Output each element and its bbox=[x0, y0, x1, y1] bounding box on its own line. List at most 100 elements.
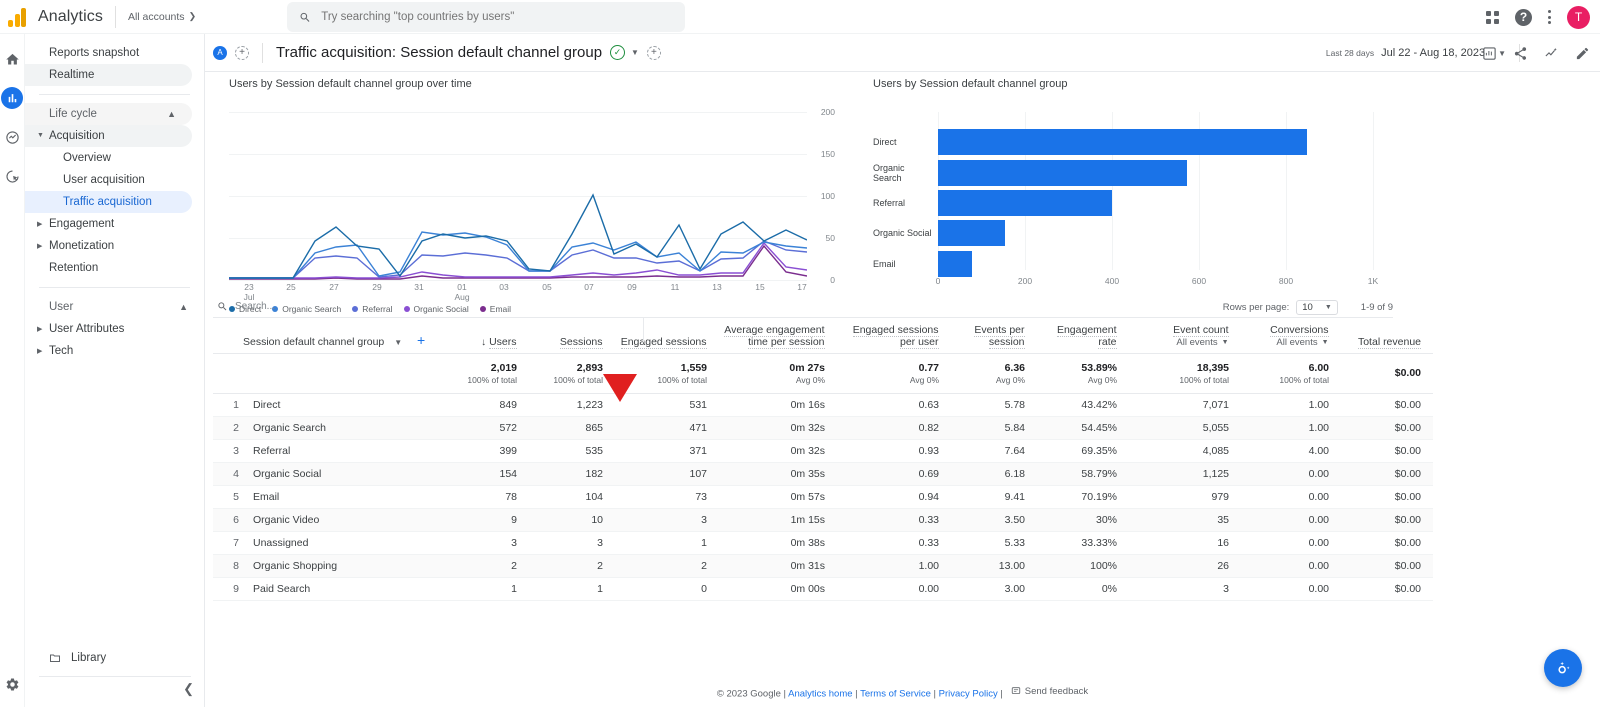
sidebar-group-life-cycle[interactable]: Life cycle ▲ bbox=[25, 103, 192, 125]
table-row[interactable]: 6 Organic Video 9 10 3 1m 15s 0.33 3.50 30% 35 0.0… bbox=[213, 508, 1434, 532]
more-options-icon[interactable] bbox=[1548, 10, 1551, 24]
chevron-right-icon: ❯ bbox=[188, 11, 197, 21]
column-header-conversions[interactable]: Conversions All events ▼ bbox=[1241, 318, 1342, 354]
link-privacy-policy[interactable]: Privacy Policy bbox=[939, 688, 998, 699]
row-dimension[interactable]: Organic Video bbox=[247, 508, 444, 532]
table-row[interactable]: 2 Organic Search 572 865 471 0m 32s 0.82 5.84 54… bbox=[213, 416, 1434, 440]
sidebar-item-user-attributes[interactable]: User Attributes bbox=[25, 318, 192, 340]
chevron-down-icon[interactable]: ▼ bbox=[394, 338, 402, 347]
sidebar-item-realtime[interactable]: Realtime bbox=[25, 64, 192, 86]
row-metric-9: $0.00 bbox=[1341, 554, 1434, 578]
rows-per-page-select[interactable]: 10 ▼ bbox=[1296, 299, 1338, 315]
sidebar-item-tech-wrap: ▶ Tech bbox=[25, 340, 204, 362]
add-dimension-button[interactable]: + bbox=[646, 45, 661, 60]
add-comparison-button[interactable]: + bbox=[235, 45, 249, 60]
sidebar-item-acquisition[interactable]: Acquisition bbox=[25, 125, 192, 147]
row-metric-5: 5.84 bbox=[951, 416, 1038, 440]
table-row[interactable]: 7 Unassigned 3 3 1 0m 38s 0.33 5.33 33.33% 16 0.00… bbox=[213, 531, 1434, 555]
share-icon[interactable] bbox=[1513, 46, 1528, 61]
conversions-filter[interactable]: All events ▼ bbox=[1246, 337, 1328, 348]
totals-avg-engagement-time: 0m 27s Avg 0% bbox=[719, 353, 838, 394]
table-row[interactable]: 4 Organic Social 154 182 107 0m 35s 0.69 6.18 58… bbox=[213, 462, 1434, 486]
help-icon[interactable]: ? bbox=[1515, 8, 1532, 26]
row-metric-5: 9.41 bbox=[951, 485, 1038, 509]
sidebar-item-user-acquisition[interactable]: User acquisition bbox=[25, 169, 192, 191]
row-dimension[interactable]: Unassigned bbox=[247, 531, 444, 555]
column-header-total-revenue[interactable]: Total revenue bbox=[1341, 318, 1434, 354]
sidebar-item-engagement[interactable]: Engagement bbox=[25, 213, 192, 235]
sidebar-group-user[interactable]: User ▲ bbox=[25, 296, 204, 318]
date-range-selector[interactable]: Last 28 days Jul 22 - Aug 18, 2023 ▼ bbox=[1326, 34, 1506, 72]
column-header-avg-engagement-time[interactable]: Average engagement time per session bbox=[719, 318, 838, 354]
insights-fab-button[interactable] bbox=[1544, 649, 1582, 687]
column-header-engaged-sessions-per-user[interactable]: Engaged sessions per user bbox=[837, 318, 952, 354]
x-tick: 29 bbox=[372, 282, 382, 292]
row-metric-2: 3 bbox=[615, 508, 720, 532]
bar-organic-search[interactable] bbox=[938, 160, 1187, 186]
comparison-badge[interactable]: A bbox=[213, 45, 227, 60]
column-header-sessions[interactable]: Sessions bbox=[529, 318, 616, 354]
row-dimension[interactable]: Referral bbox=[247, 439, 444, 463]
compare-report-icon[interactable] bbox=[1482, 46, 1497, 61]
table-search-input[interactable]: Search... bbox=[235, 301, 275, 312]
row-metric-7: 35 bbox=[1129, 508, 1242, 532]
row-dimension[interactable]: Organic Search bbox=[247, 416, 444, 440]
table-row[interactable]: 3 Referral 399 535 371 0m 32s 0.93 7.64 69.35% 4,… bbox=[213, 439, 1434, 463]
admin-gear-icon[interactable] bbox=[2, 673, 24, 695]
row-metric-3: 0m 57s bbox=[719, 485, 838, 509]
row-dimension[interactable]: Paid Search bbox=[247, 577, 444, 601]
sidebar-item-traffic-acquisition[interactable]: Traffic acquisition bbox=[25, 191, 192, 213]
search-input[interactable] bbox=[321, 11, 673, 23]
totals-dimension-cell bbox=[213, 353, 444, 394]
home-icon[interactable] bbox=[1, 48, 23, 70]
link-terms-of-service[interactable]: Terms of Service bbox=[860, 688, 931, 699]
reports-icon[interactable] bbox=[1, 87, 23, 109]
column-header-users[interactable]: ↓ Users bbox=[443, 318, 530, 354]
x-tick-600: 600 bbox=[1191, 276, 1207, 286]
column-header-engagement-rate[interactable]: Engagement rate bbox=[1037, 318, 1130, 354]
dimension-check-icon[interactable]: ✓ bbox=[610, 45, 626, 60]
row-dimension[interactable]: Email bbox=[247, 485, 444, 509]
bar-direct[interactable] bbox=[938, 129, 1307, 155]
bar-organic-social[interactable] bbox=[938, 220, 1005, 246]
search-icon bbox=[300, 12, 310, 22]
row-metric-8: 1.00 bbox=[1241, 393, 1342, 417]
apps-grid-icon[interactable] bbox=[1486, 10, 1499, 24]
avatar[interactable]: T bbox=[1567, 5, 1590, 29]
sidebar-item-tech[interactable]: Tech bbox=[25, 340, 192, 362]
bar-email[interactable] bbox=[938, 251, 972, 277]
row-dimension[interactable]: Organic Social bbox=[247, 462, 444, 486]
collapse-sidebar-button[interactable]: ❮ bbox=[183, 681, 194, 697]
row-dimension[interactable]: Direct bbox=[247, 393, 444, 417]
sidebar-item-reports-snapshot[interactable]: Reports snapshot bbox=[25, 42, 192, 64]
insights-icon[interactable] bbox=[1544, 46, 1559, 61]
account-switcher[interactable]: All accounts ❯ bbox=[128, 11, 196, 23]
table-row[interactable]: 5 Email 78 104 73 0m 57s 0.94 9.41 70.19% 979 0.00… bbox=[213, 485, 1434, 509]
x-tick: 25 bbox=[286, 282, 296, 292]
column-header-event-count[interactable]: Event count All events ▼ bbox=[1129, 318, 1242, 354]
sidebar-item-monetization[interactable]: Monetization bbox=[25, 235, 192, 257]
table-row[interactable]: 9 Paid Search 1 1 0 0m 00s 0.00 3.00 0% 3 0.00 $0.0… bbox=[213, 577, 1434, 601]
link-analytics-home[interactable]: Analytics home bbox=[788, 688, 852, 699]
row-dimension[interactable]: Organic Shopping bbox=[247, 554, 444, 578]
column-header-engaged-sessions[interactable]: Engaged sessions bbox=[615, 318, 720, 354]
table-row[interactable]: 8 Organic Shopping 2 2 2 0m 31s 1.00 13.00 100% 2… bbox=[213, 554, 1434, 578]
annotation-arrow-icon bbox=[603, 374, 637, 402]
table-row[interactable]: 1 Direct 849 1,223 531 0m 16s 0.63 5.78 43.42% 7,… bbox=[213, 393, 1434, 417]
event-count-filter[interactable]: All events ▼ bbox=[1134, 337, 1228, 348]
add-dimension-button[interactable]: + bbox=[417, 332, 425, 348]
totals-events-per-session: 6.36 Avg 0% bbox=[951, 353, 1038, 394]
edit-pencil-icon[interactable] bbox=[1575, 46, 1590, 61]
global-search[interactable] bbox=[287, 2, 685, 32]
advertising-icon[interactable] bbox=[1, 165, 23, 187]
sidebar-item-retention[interactable]: Retention bbox=[25, 257, 192, 279]
sidebar-item-library[interactable]: Library bbox=[25, 647, 205, 669]
column-header-events-per-session[interactable]: Events per session bbox=[951, 318, 1038, 354]
caret-right-icon: ▶ bbox=[37, 243, 43, 250]
send-feedback-button[interactable]: Send feedback bbox=[1011, 686, 1088, 697]
bar-referral[interactable] bbox=[938, 190, 1112, 216]
sidebar-item-overview[interactable]: Overview bbox=[25, 147, 192, 169]
chevron-down-icon[interactable]: ▼ bbox=[631, 48, 639, 57]
row-index: 5 bbox=[213, 485, 247, 509]
explore-icon[interactable] bbox=[1, 126, 23, 148]
